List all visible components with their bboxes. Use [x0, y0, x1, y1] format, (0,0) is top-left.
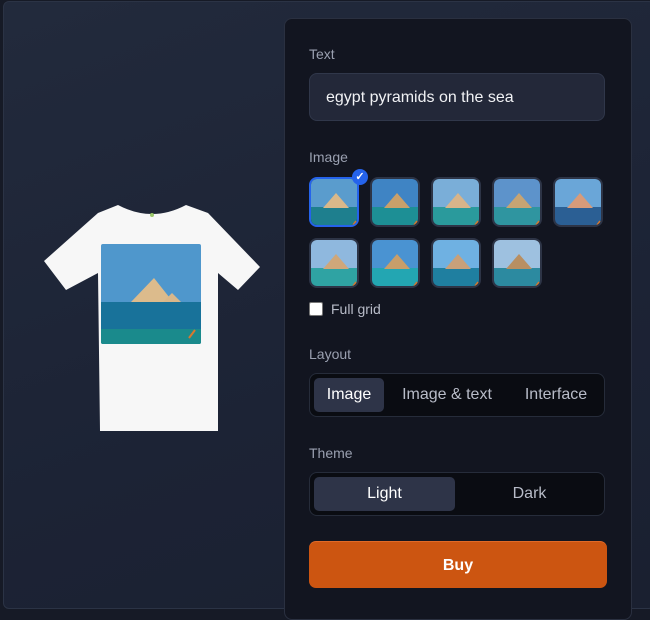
text-label: Text — [309, 46, 335, 62]
theme-label: Theme — [309, 445, 353, 461]
image-label: Image — [309, 149, 348, 165]
layout-label: Layout — [309, 346, 352, 362]
full-grid-label: Full grid — [331, 301, 381, 317]
image-thumbnail[interactable] — [370, 177, 420, 227]
selected-check-icon: ✓ — [352, 169, 368, 185]
image-thumbnail[interactable] — [309, 238, 359, 288]
image-thumbnail[interactable] — [309, 177, 359, 227]
layout-selector: Image Image & text Interface — [309, 373, 605, 417]
layout-option-image[interactable]: Image — [314, 378, 384, 412]
theme-selector: Light Dark — [309, 472, 605, 516]
image-thumbnail[interactable] — [431, 238, 481, 288]
full-grid-checkbox[interactable] — [309, 302, 323, 316]
layout-option-interface[interactable]: Interface — [510, 378, 602, 412]
theme-option-dark[interactable]: Dark — [459, 477, 600, 511]
tshirt-print-image — [101, 244, 201, 344]
customize-panel: Text egypt pyramids on the sea Image ✓ F… — [284, 18, 632, 620]
buy-button[interactable]: Buy — [309, 541, 607, 588]
image-thumbnail[interactable] — [553, 177, 603, 227]
tshirt-preview — [40, 195, 265, 440]
full-grid-option[interactable]: Full grid — [309, 301, 381, 317]
text-input[interactable]: egypt pyramids on the sea — [309, 73, 605, 121]
image-thumbnail[interactable] — [492, 177, 542, 227]
theme-option-light[interactable]: Light — [314, 477, 455, 511]
layout-option-image-text[interactable]: Image & text — [390, 378, 504, 412]
image-thumbnail[interactable] — [431, 177, 481, 227]
image-thumbnail[interactable] — [370, 238, 420, 288]
image-thumbnail[interactable] — [492, 238, 542, 288]
